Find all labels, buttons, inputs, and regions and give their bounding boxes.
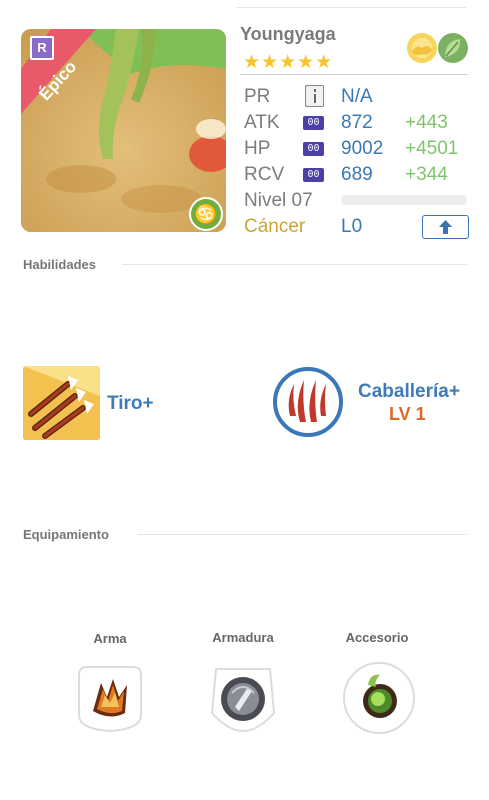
atk-label: ATK [244,112,280,133]
accessory-label: Accesorio [345,630,409,645]
top-divider [236,7,466,8]
character-name: Youngyaga [240,24,336,44]
hp-bonus: +4501 [405,138,459,159]
claw-weapon-icon [78,666,142,733]
weapon-label: Arma [93,631,127,646]
weapon-slot[interactable] [75,663,145,733]
hp-value: 9002 [341,138,384,159]
skills-section-title: Habilidades [23,257,96,272]
armor-label: Armadura [212,630,274,645]
pr-label: PR [244,86,271,107]
rcv-bonus: +344 [405,164,448,185]
atk-bonus: +443 [405,112,448,133]
sign-level: L0 [341,216,363,237]
element-icons [404,29,470,67]
atk-badge: 00 [303,116,324,130]
armor-slot[interactable] [208,663,278,733]
card-badge: R [30,36,54,60]
equipment-divider [138,534,467,535]
rcv-value: 689 [341,164,373,185]
name-divider [240,74,468,75]
pr-value: N/A [341,86,373,107]
character-portrait[interactable]: R Épico ♋ [21,29,226,232]
cancer-sign-icon: ♋ [189,197,223,231]
hp-label: HP [244,138,271,159]
rcv-label: RCV [244,164,285,185]
atk-value: 872 [341,112,373,133]
skill-name-caballeria: Caballería+ [358,381,460,402]
xp-bar [341,195,467,205]
equipment-section-title: Equipamiento [23,527,109,542]
leaf-icon [438,33,468,63]
gem-accessory-icon [343,662,415,734]
info-icon[interactable] [305,85,324,107]
skill-level: LV 1 [389,404,426,424]
star-rating: ★★★★★ [243,52,334,73]
skill-claw-icon[interactable] [272,366,344,438]
skill-name-tiro: Tiro+ [107,393,154,414]
arrow-up-icon [439,220,452,234]
skill-arrows-icon[interactable] [23,366,100,440]
level-label: Nivel 07 [244,190,313,211]
rcv-badge: 00 [303,168,324,182]
level-up-button[interactable] [422,215,469,239]
skills-divider [122,264,467,265]
sun-cloud-icon [407,33,437,63]
sign-label: Cáncer [244,216,306,237]
shield-armor-icon [210,668,276,733]
hp-badge: 00 [303,142,324,156]
accessory-slot[interactable] [342,661,415,734]
